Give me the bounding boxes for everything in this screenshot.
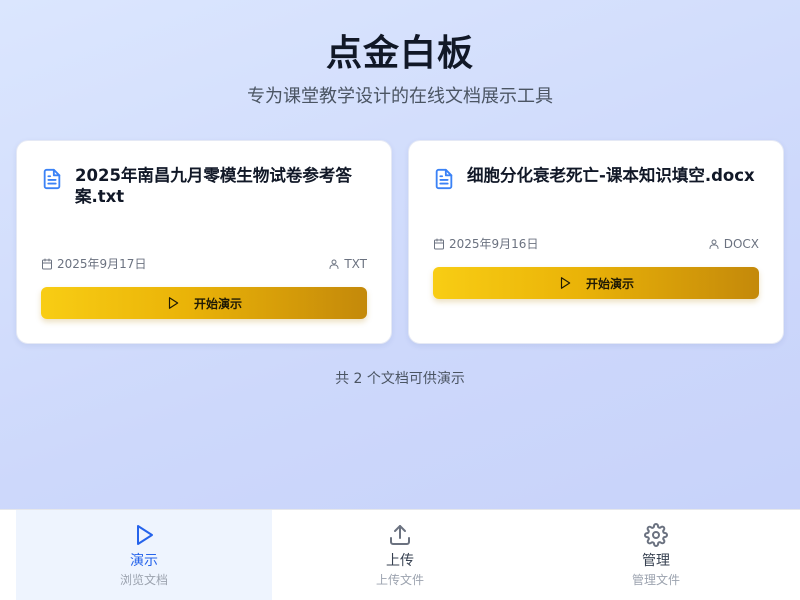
file-text-icon (43, 168, 61, 190)
document-type-text: DOCX (723, 236, 759, 251)
document-type: DOCX (708, 237, 759, 251)
start-presentation-label: 开始演示 (585, 276, 634, 291)
document-card-header: 2025年南昌九月零模生物试卷参考答案.txt (41, 165, 369, 207)
play-icon (137, 525, 153, 545)
document-type: TXT (328, 257, 367, 271)
document-type-text: TXT (344, 256, 367, 271)
app-title: 点金白板 (325, 33, 474, 74)
nav-item-upload[interactable]: 上传 上传文件 (272, 510, 528, 600)
start-presentation-label: 开始演示 (193, 296, 242, 311)
nav-item-present[interactable]: 演示 浏览文档 (16, 510, 272, 600)
document-meta: 2025年9月17日 TXT (41, 255, 367, 272)
document-card-header: 细胞分化衰老死亡-课本知识填空.docx (433, 165, 761, 191)
calendar-icon (42, 258, 52, 269)
nav-sublabel: 上传文件 (375, 573, 424, 587)
nav-sublabel: 浏览文档 (119, 573, 168, 587)
user-icon (329, 259, 339, 269)
nav-label: 演示 (130, 553, 158, 569)
document-card: 2025年南昌九月零模生物试卷参考答案.txt 2025年9月17日 TXT 开… (16, 140, 392, 344)
bottom-nav: 演示 浏览文档 上传 上传文件 管理 管理文件 (0, 509, 800, 600)
file-text-icon (435, 168, 453, 190)
document-card: 细胞分化衰老死亡-课本知识填空.docx 2025年9月16日 DOCX 开始演… (408, 140, 784, 344)
start-presentation-button[interactable]: 开始演示 (433, 267, 759, 299)
document-meta: 2025年9月16日 DOCX (433, 235, 759, 252)
nav-label: 管理 (642, 553, 670, 569)
nav-item-manage[interactable]: 管理 管理文件 (528, 510, 784, 600)
document-date: 2025年9月16日 (433, 235, 538, 252)
play-icon (168, 297, 179, 309)
gear-icon (644, 523, 668, 547)
document-name: 细胞分化衰老死亡-课本知识填空.docx (467, 166, 755, 185)
user-icon (709, 239, 719, 249)
document-count: 共 2 个文档可供演示 (335, 371, 465, 387)
upload-icon (390, 525, 410, 545)
document-name: 2025年南昌九月零模生物试卷参考答案.txt (75, 166, 352, 206)
start-presentation-button[interactable]: 开始演示 (41, 287, 367, 319)
document-date-text: 2025年9月17日 (57, 257, 147, 271)
nav-label: 上传 (386, 553, 414, 569)
document-date: 2025年9月17日 (41, 255, 146, 272)
nav-sublabel: 管理文件 (631, 573, 680, 587)
play-icon (560, 277, 571, 289)
calendar-icon (434, 238, 444, 249)
app-subtitle: 专为课堂教学设计的在线文档展示工具 (247, 86, 553, 107)
document-date-text: 2025年9月16日 (449, 237, 539, 251)
page-header: 点金白板 专为课堂教学设计的在线文档展示工具 (0, 30, 800, 110)
